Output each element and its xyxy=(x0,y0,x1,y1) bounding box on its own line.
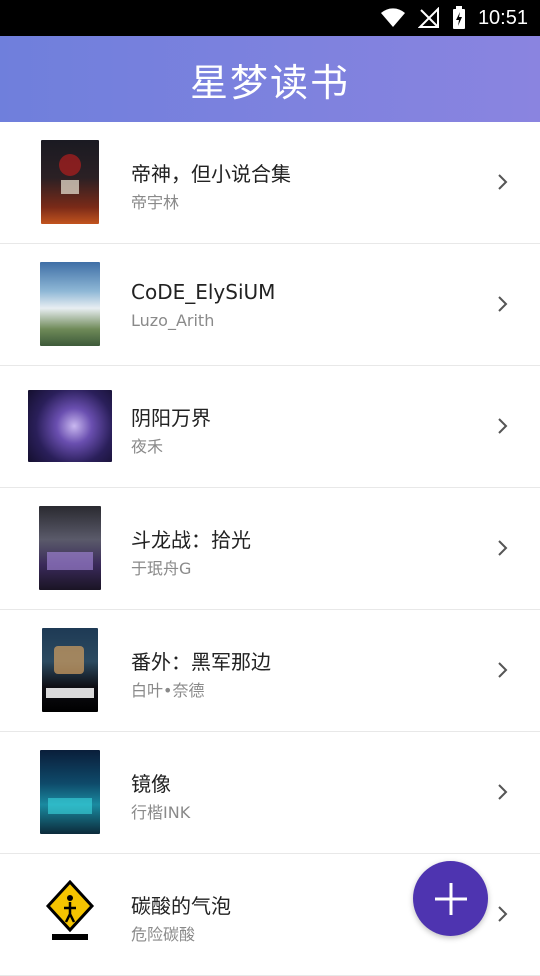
status-bar: 10:51 xyxy=(0,0,540,36)
book-author: 白叶•奈德 xyxy=(131,681,205,700)
book-author: 危险碳酸 xyxy=(131,925,196,944)
book-cover xyxy=(28,140,112,224)
plus-icon xyxy=(434,882,467,915)
status-time: 10:51 xyxy=(477,6,528,29)
book-author: 帝宇林 xyxy=(131,193,180,212)
add-book-button[interactable] xyxy=(413,861,488,936)
page-title: 星梦读书 xyxy=(189,60,350,105)
book-author: Luzo_Arith xyxy=(131,311,215,330)
book-title: 帝神，但小说合集 xyxy=(131,162,291,186)
battery-charging-icon xyxy=(452,6,465,29)
book-cover-image xyxy=(28,390,112,462)
book-list-item[interactable]: 阴阳万界 夜禾 xyxy=(0,366,540,488)
chevron-right-icon xyxy=(498,418,508,434)
book-list-item[interactable]: CoDE_ElySiUM Luzo_Arith xyxy=(0,244,540,366)
chevron-right-icon xyxy=(498,296,508,312)
book-list-item[interactable]: 番外：黑军那边 白叶•奈德 xyxy=(0,610,540,732)
book-list-item[interactable]: 斗龙战：拾光 于珉舟G xyxy=(0,488,540,610)
book-title: 碳酸的气泡 xyxy=(131,894,231,918)
app-header: 星梦读书 xyxy=(0,36,540,122)
wifi-icon xyxy=(380,8,405,27)
chevron-right-icon xyxy=(498,174,508,190)
status-icons: 10:51 xyxy=(380,0,528,36)
book-cover xyxy=(28,262,112,346)
book-cover xyxy=(28,384,112,468)
book-title: 番外：黑军那边 xyxy=(131,650,271,674)
book-cover-image xyxy=(42,628,98,712)
chevron-right-icon xyxy=(498,784,508,800)
warning-sign-icon xyxy=(45,880,95,933)
book-cover xyxy=(28,628,112,712)
book-title: 斗龙战：拾光 xyxy=(131,528,251,552)
book-list: 帝神，但小说合集 帝宇林 CoDE_ElySiUM Luzo_Arith 阴阳万… xyxy=(0,122,540,976)
book-cover xyxy=(28,750,112,834)
book-author: 行楷INK xyxy=(131,803,191,822)
chevron-right-icon xyxy=(498,540,508,556)
book-author: 夜禾 xyxy=(131,437,164,456)
book-cover-image xyxy=(40,262,100,346)
chevron-right-icon xyxy=(498,906,508,922)
book-title: CoDE_ElySiUM xyxy=(131,280,276,304)
book-cover-image xyxy=(42,872,98,956)
book-cover-image xyxy=(41,140,99,224)
book-cover-image xyxy=(40,750,100,834)
book-title: 阴阳万界 xyxy=(131,406,211,430)
book-cover xyxy=(28,872,112,956)
book-cover-image xyxy=(39,506,101,590)
chevron-right-icon xyxy=(498,662,508,678)
book-list-item[interactable]: 镜像 行楷INK xyxy=(0,732,540,854)
book-title: 镜像 xyxy=(131,772,171,796)
book-author: 于珉舟G xyxy=(131,559,192,578)
no-signal-icon xyxy=(417,7,439,28)
book-cover xyxy=(28,506,112,590)
book-list-item[interactable]: 帝神，但小说合集 帝宇林 xyxy=(0,122,540,244)
